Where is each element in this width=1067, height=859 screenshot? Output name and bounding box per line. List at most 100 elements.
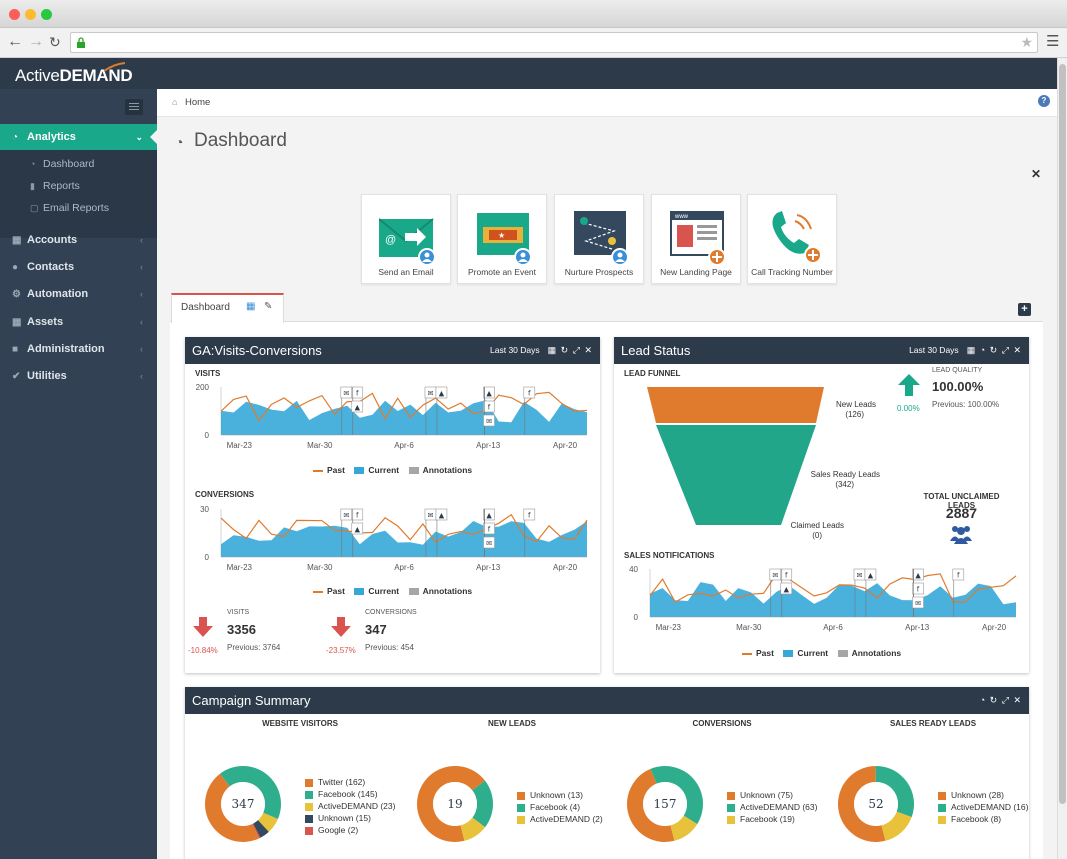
quality-label: LEAD QUALITY — [932, 367, 983, 374]
close-icon[interactable]: ✕ — [1031, 167, 1041, 181]
twitter-icon: ▲ — [355, 526, 361, 534]
panel-title: Campaign Summary — [192, 693, 311, 708]
bar-chart-icon[interactable]: ▦ — [246, 301, 255, 312]
menu-icon[interactable]: ☰ — [1046, 33, 1059, 51]
legend-swatch — [517, 815, 525, 824]
sidebar-item-utilities[interactable]: ✔ Utilities ‹ — [0, 363, 157, 389]
x-tick-label: Mar-30 — [307, 563, 333, 572]
email-icon: ✉ — [915, 600, 921, 608]
funnel-new-leads — [647, 387, 824, 423]
conversions-previous: Previous: 454 — [365, 643, 414, 652]
donut-legend-item: ActiveDEMAND (16) — [938, 801, 1028, 813]
y-tick-label: 40 — [629, 565, 638, 574]
x-tick-label: Apr-13 — [476, 441, 501, 450]
url-bar[interactable]: ★ — [70, 32, 1038, 53]
call-tracking-button[interactable]: Call Tracking Number — [747, 194, 837, 284]
sidebar-item-administration[interactable]: ■ Administration ‹ — [0, 336, 157, 362]
promote-event-button[interactable]: ★ Promote an Event — [457, 194, 547, 284]
new-landing-page-button[interactable]: www New Landing Page — [651, 194, 741, 284]
svg-text:★: ★ — [498, 231, 505, 240]
sidebar-toggle-button[interactable] — [125, 99, 143, 115]
ticket-icon: ★ — [477, 213, 532, 265]
cogs-icon: ⚙ — [12, 289, 21, 300]
sidebar-item-accounts[interactable]: ▦ Accounts ‹ — [0, 227, 157, 253]
donut-legend-item: Unknown (15) — [305, 812, 395, 824]
calendar-icon[interactable]: ▦ — [967, 345, 977, 355]
tab-dashboard[interactable]: Dashboard ▦ ✎ — [171, 293, 284, 323]
svg-text:@: @ — [385, 234, 396, 246]
dashboard-icon[interactable]: ◔ — [980, 345, 986, 355]
donut-legend: Unknown (13) Facebook (4) ActiveDEMAND (2) — [517, 789, 603, 825]
help-icon[interactable]: ? — [1038, 95, 1050, 107]
x-tick-label: Apr-20 — [553, 441, 578, 450]
twitter-icon: ▲ — [486, 512, 492, 520]
back-icon[interactable]: ← — [7, 33, 23, 51]
add-tab-button[interactable]: + — [1018, 303, 1031, 316]
expand-icon[interactable]: ⤢ — [1002, 695, 1010, 705]
sidebar-subitem-label: Reports — [43, 180, 80, 192]
dashboard-icon[interactable]: ◔ — [980, 695, 986, 705]
sidebar-item-contacts[interactable]: ● Contacts ‹ — [0, 254, 157, 280]
grid-icon: ▦ — [12, 317, 22, 328]
close-icon[interactable]: ✕ — [1013, 695, 1022, 705]
send-email-button[interactable]: @ Send an Email — [361, 194, 451, 284]
y-tick-label: 0 — [205, 553, 210, 562]
x-tick-label: Mar-30 — [307, 441, 333, 450]
legend-label: Unknown (13) — [530, 790, 583, 800]
funnel-stage-label: Claimed Leads — [790, 521, 844, 530]
legend-past: Past — [327, 586, 345, 596]
maximize-window-button[interactable] — [41, 9, 52, 20]
scrollbar-thumb[interactable] — [1059, 64, 1066, 804]
date-range[interactable]: Last 30 Days — [490, 345, 540, 355]
lead-funnel — [647, 387, 824, 525]
panel-title: GA:Visits-Conversions — [192, 343, 322, 358]
x-tick-label: Mar-30 — [736, 623, 762, 632]
breadcrumb-home[interactable]: Home — [185, 97, 210, 108]
minimize-window-button[interactable] — [25, 9, 36, 20]
refresh-icon[interactable]: ↻ — [990, 345, 999, 355]
action-label: Nurture Prospects — [564, 267, 634, 277]
page-scrollbar[interactable] — [1057, 58, 1067, 859]
sidebar-subitem-reports[interactable]: ▮ Reports — [0, 175, 157, 197]
reload-icon[interactable]: ↻ — [49, 33, 61, 51]
close-icon[interactable]: ✕ — [1013, 345, 1022, 355]
visits-previous: Previous: 3764 — [227, 643, 281, 652]
sidebar-subitem-dashboard[interactable]: ◔ Dashboard — [0, 153, 157, 175]
refresh-icon[interactable]: ↻ — [990, 695, 999, 705]
expand-icon[interactable]: ⤢ — [573, 345, 581, 355]
date-range[interactable]: Last 30 Days — [909, 345, 959, 355]
legend-swatch — [517, 803, 525, 812]
donut-total: 19 — [447, 797, 462, 811]
close-window-button[interactable] — [9, 9, 20, 20]
expand-icon[interactable]: ⤢ — [1002, 345, 1010, 355]
bookmark-star-icon[interactable]: ★ — [1020, 34, 1033, 51]
forward-icon[interactable]: → — [28, 33, 44, 51]
sidebar-subitem-email-reports[interactable]: ▢ Email Reports — [0, 197, 157, 219]
conversions-value: 347 — [365, 622, 387, 637]
sidebar-item-analytics[interactable]: ◔ Analytics ⌄ — [0, 124, 157, 150]
action-label: Send an Email — [378, 267, 434, 277]
close-icon[interactable]: ✕ — [584, 345, 593, 355]
legend-swatch — [517, 791, 525, 800]
email-icon: ✉ — [343, 390, 349, 398]
funnel-label-new: New Leads (126) — [804, 400, 876, 420]
twitter-icon: ▲ — [915, 572, 921, 580]
email-icon: @ — [379, 218, 436, 265]
sidebar-item-automation[interactable]: ⚙ Automation ‹ — [0, 281, 157, 307]
sidebar-item-assets[interactable]: ▦ Assets ‹ — [0, 309, 157, 335]
donut-legend: Twitter (162) Facebook (145) ActiveDEMAND … — [305, 776, 395, 836]
donut-legend-item: Facebook (145) — [305, 788, 395, 800]
chevron-down-icon: ⌄ — [135, 132, 143, 142]
twitter-icon: ▲ — [784, 586, 790, 594]
donut-chart: 157 — [627, 766, 703, 842]
refresh-icon[interactable]: ↻ — [561, 345, 570, 355]
sales-notifications-chart: 400✉ f▲✉ ▲ ▲f✉fMar-23 Mar-30 Apr-6 Apr-13 Apr-2… — [629, 565, 1017, 632]
nurture-prospects-button[interactable]: Nurture Prospects — [554, 194, 644, 284]
legend-annotations: Annotations — [422, 586, 473, 596]
main-content: ⌂ Home ? ◔ Dashboard ✕ @ Send an Email ★ — [157, 89, 1057, 859]
legend-swatch — [305, 826, 313, 835]
x-tick-label: Apr-13 — [905, 623, 930, 632]
calendar-icon[interactable]: ▦ — [548, 345, 558, 355]
pencil-icon[interactable]: ✎ — [264, 301, 272, 312]
campaign-summary-panel: Campaign Summary ◔ ↻ ⤢ ✕ WEBSITE VISITOR… — [185, 687, 1029, 859]
